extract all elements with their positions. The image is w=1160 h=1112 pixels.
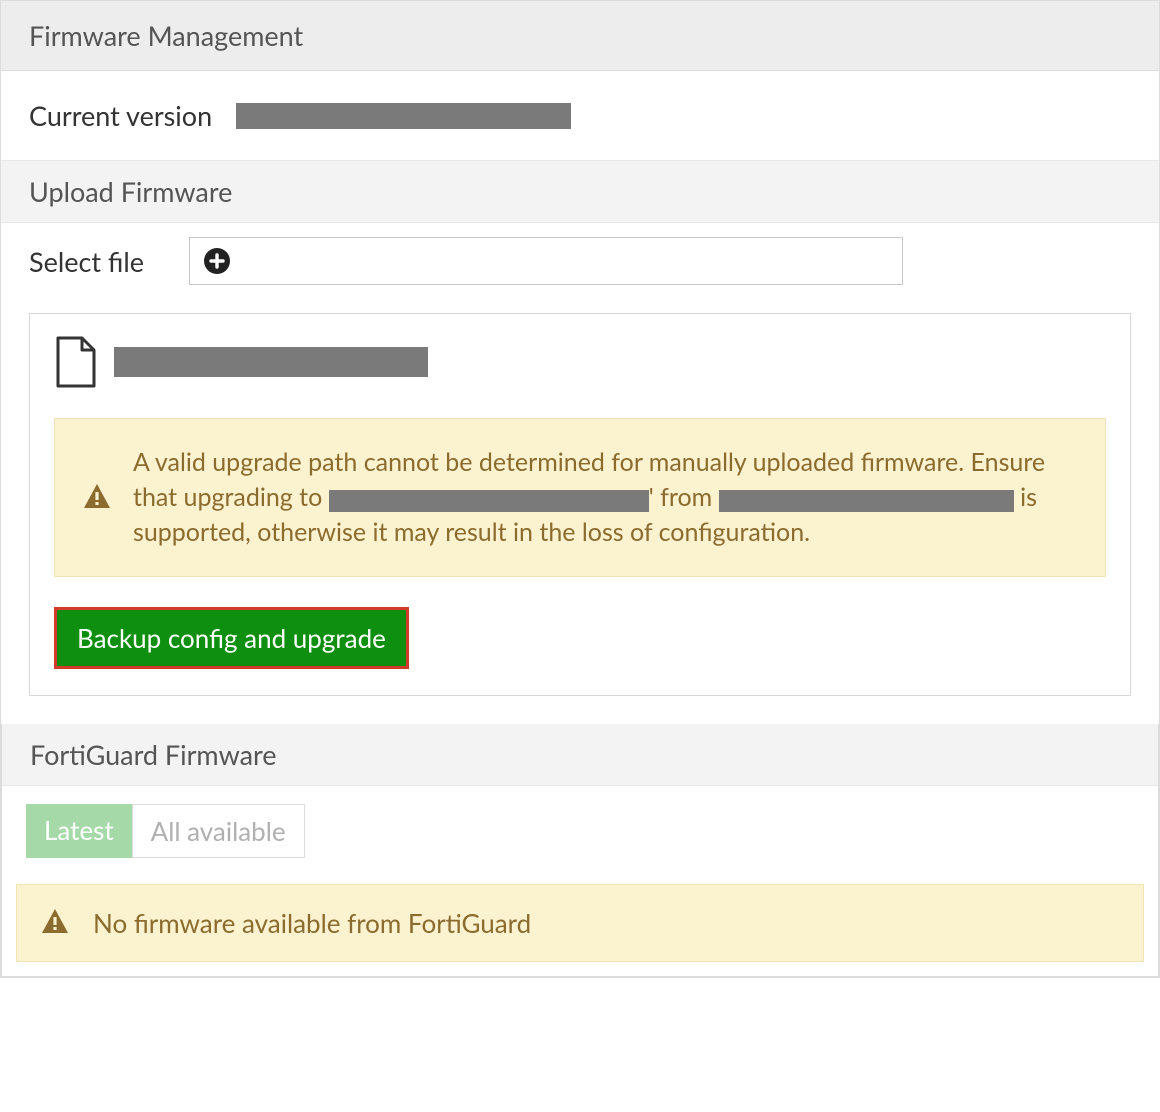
current-version-section: Current version <box>1 71 1159 160</box>
uploaded-filename-redacted <box>114 347 428 377</box>
file-input[interactable] <box>189 237 903 285</box>
tab-latest[interactable]: Latest <box>26 804 132 858</box>
fortiguard-tabs: Latest All available <box>2 786 1158 876</box>
warning-redact-target <box>329 490 649 512</box>
select-file-label: Select file <box>29 245 169 278</box>
warning-redact-source <box>719 490 1014 512</box>
file-icon <box>54 336 98 388</box>
fortiguard-section: FortiGuard Firmware Latest All available… <box>1 724 1159 977</box>
plus-circle-icon <box>204 248 230 274</box>
upgrade-path-warning: A valid upgrade path cannot be determine… <box>54 418 1106 577</box>
upload-row: Select file <box>1 223 1159 313</box>
warning-icon <box>83 483 111 513</box>
warning-icon <box>41 908 69 938</box>
fortiguard-header: FortiGuard Firmware <box>2 724 1158 786</box>
warning-mid1: ' from <box>649 482 713 512</box>
fortiguard-warning: No firmware available from FortiGuard <box>16 884 1144 962</box>
current-version-value-redacted <box>236 103 571 129</box>
warning-text: A valid upgrade path cannot be determine… <box>133 445 1077 550</box>
current-version-label: Current version <box>29 99 212 132</box>
backup-upgrade-button[interactable]: Backup config and upgrade <box>54 607 409 669</box>
fortiguard-warning-text: No firmware available from FortiGuard <box>93 907 531 939</box>
panel-title: Firmware Management <box>1 1 1159 71</box>
uploaded-file-panel: A valid upgrade path cannot be determine… <box>29 313 1131 696</box>
upload-firmware-header: Upload Firmware <box>1 160 1159 223</box>
tab-all-available[interactable]: All available <box>132 804 305 858</box>
firmware-management-panel: Firmware Management Current version Uplo… <box>0 0 1160 978</box>
